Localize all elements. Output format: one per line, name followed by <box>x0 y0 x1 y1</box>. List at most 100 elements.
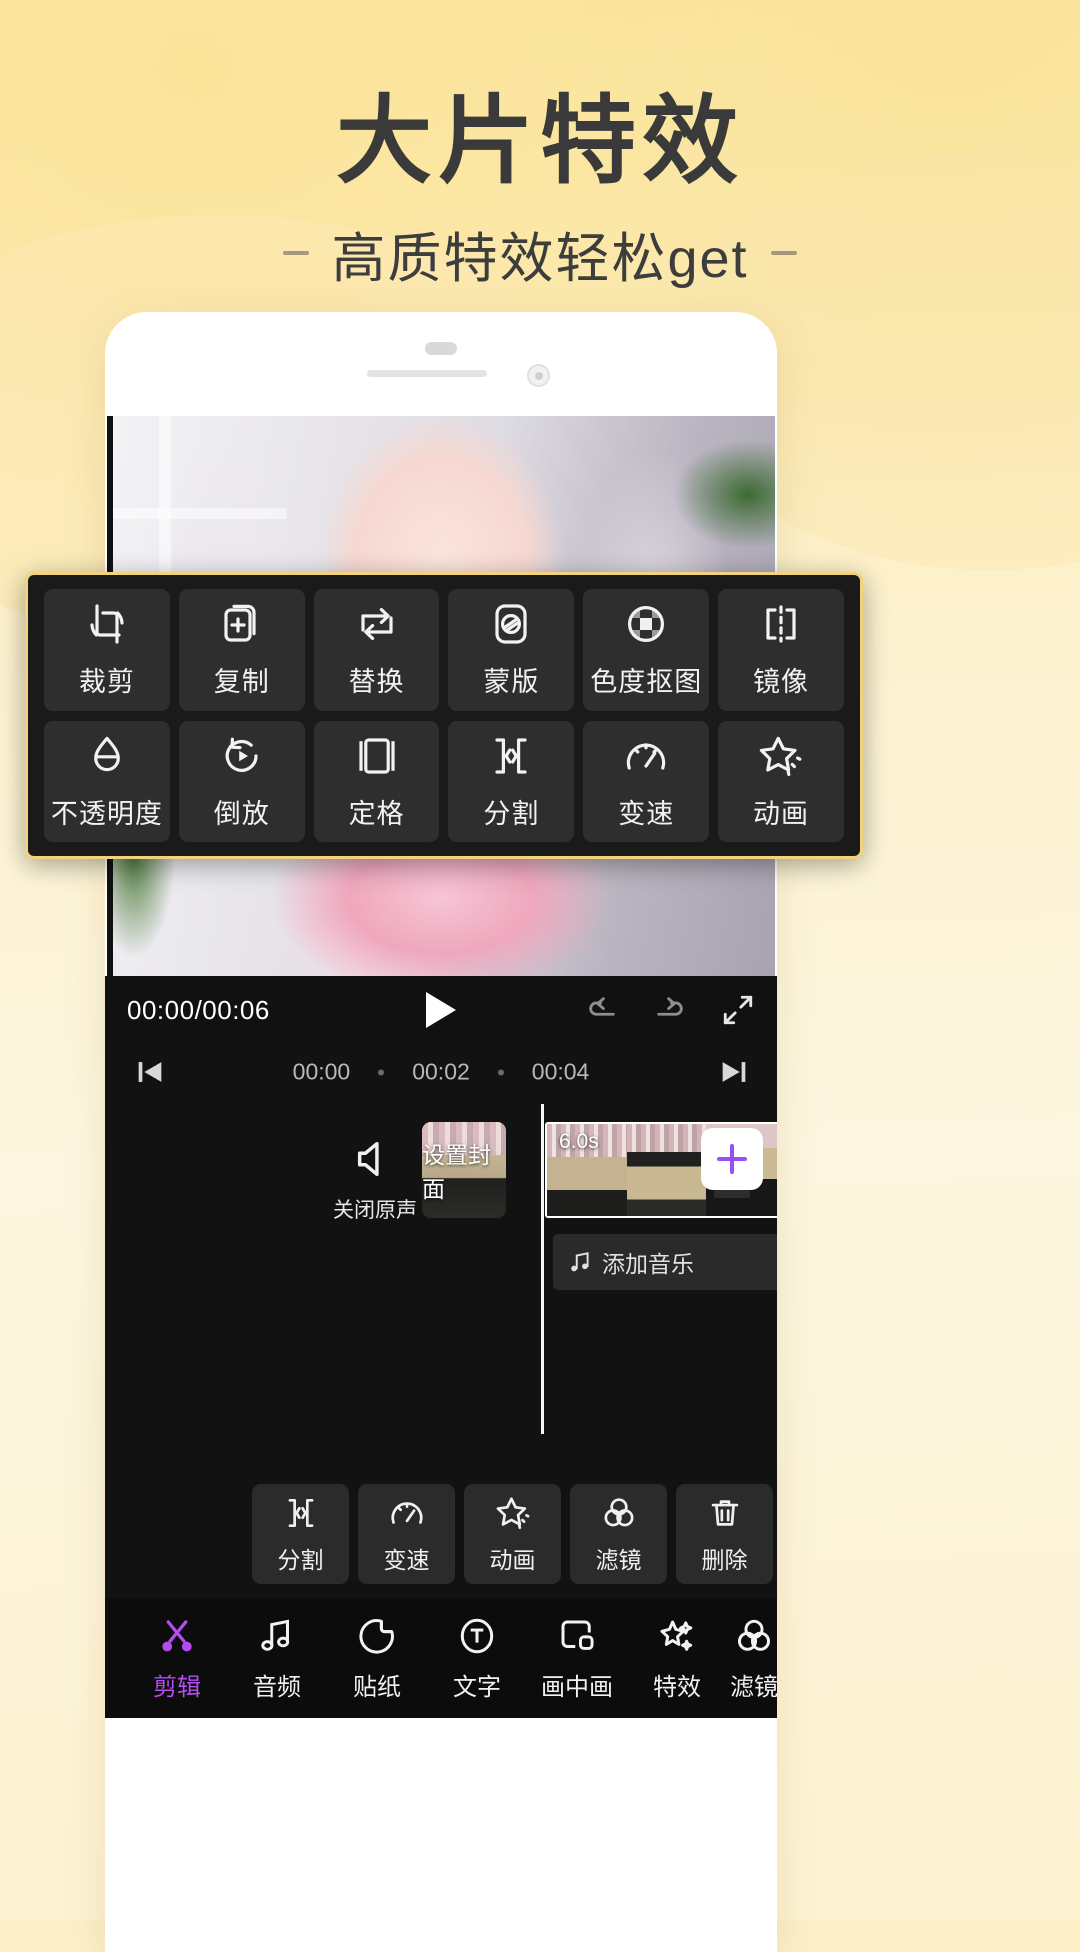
animation-icon <box>757 732 805 780</box>
tool-label: 变速 <box>384 1541 430 1575</box>
popup-item-opacity[interactable]: 不透明度 <box>44 721 170 843</box>
ruler-tick-0: 00:00 <box>293 1059 351 1086</box>
add-clip-button[interactable] <box>701 1128 763 1190</box>
timeline-ruler[interactable]: 00:00 00:02 00:04 <box>105 1044 777 1100</box>
popup-item-crop[interactable]: 裁剪 <box>44 589 170 711</box>
replace-icon <box>353 600 401 648</box>
popup-item-freeze-frame[interactable]: 定格 <box>314 721 440 843</box>
clip-context-popup[interactable]: 裁剪 复制 替换 蒙版 <box>25 572 863 859</box>
promo-header: 大片特效 高质特效轻松get <box>0 0 1080 293</box>
timeline-tracks[interactable]: 关闭原声 设置封面 6.0s 添加音 <box>105 1100 777 1470</box>
split-icon <box>487 732 535 780</box>
clip-tool-row[interactable]: 分割 变速 动画 滤镜 删除 单帧导出 <box>105 1470 777 1598</box>
opacity-icon <box>83 732 131 780</box>
playback-time: 00:00/00:06 <box>127 995 270 1026</box>
tool-split[interactable]: 分割 <box>252 1484 349 1584</box>
player-control-bar: 00:00/00:06 <box>105 976 777 1044</box>
phone-notch <box>105 312 777 416</box>
duplicate-icon <box>218 600 266 648</box>
clip-frame <box>627 1124 707 1216</box>
nav-label: 剪辑 <box>153 1667 201 1702</box>
tool-delete[interactable]: 删除 <box>676 1484 773 1584</box>
add-music-label: 添加音乐 <box>602 1245 694 1279</box>
set-cover-button[interactable]: 设置封面 <box>422 1122 506 1218</box>
tool-filter[interactable]: 滤镜 <box>570 1484 667 1584</box>
popup-item-replace[interactable]: 替换 <box>314 589 440 711</box>
popup-item-label: 复制 <box>214 660 270 699</box>
nav-label: 特效 <box>653 1667 701 1702</box>
popup-item-label: 不透明度 <box>51 792 163 831</box>
effects-icon <box>656 1615 698 1657</box>
trash-icon <box>706 1494 744 1532</box>
popup-item-reverse[interactable]: 倒放 <box>179 721 305 843</box>
nav-item-sticker[interactable]: 贴纸 <box>327 1615 427 1702</box>
popup-item-chroma-key[interactable]: 色度抠图 <box>583 589 709 711</box>
reverse-icon <box>218 732 266 780</box>
playhead-indicator[interactable] <box>541 1104 544 1434</box>
phone-mockup: 00:00/00:06 00:00 00:02 00:04 关闭原声 <box>105 312 777 1952</box>
animation-icon <box>494 1494 532 1532</box>
player-actions <box>585 993 755 1027</box>
ruler-tick-1: 00:02 <box>412 1059 470 1086</box>
tool-label: 删除 <box>702 1541 748 1575</box>
popup-item-duplicate[interactable]: 复制 <box>179 589 305 711</box>
clip-duration-badge: 6.0s <box>559 1130 599 1154</box>
nav-item-audio[interactable]: 音频 <box>227 1615 327 1702</box>
mute-original-audio-button[interactable]: 关闭原声 <box>333 1136 417 1224</box>
speed-icon <box>622 732 670 780</box>
nav-label: 音频 <box>253 1667 301 1702</box>
window-sill-decoration <box>107 508 287 519</box>
nav-label: 文字 <box>453 1667 501 1702</box>
ruler-dot-icon <box>498 1069 504 1075</box>
speaker-grill-icon <box>367 370 487 377</box>
nav-label: 贴纸 <box>353 1667 401 1702</box>
add-music-track[interactable]: 添加音乐 <box>553 1234 777 1290</box>
skip-to-end-icon[interactable] <box>717 1055 751 1089</box>
text-icon <box>456 1615 498 1657</box>
freeze-frame-icon <box>353 732 401 780</box>
play-icon[interactable] <box>426 992 456 1028</box>
tool-label: 动画 <box>490 1541 536 1575</box>
tool-label: 分割 <box>278 1541 324 1575</box>
bottom-navigation[interactable]: 剪辑 音频 贴纸 文字 画中画 特效 <box>105 1598 777 1718</box>
popup-item-animation[interactable]: 动画 <box>718 721 844 843</box>
set-cover-label: 设置封面 <box>422 1136 506 1204</box>
popup-item-label: 蒙版 <box>483 660 539 699</box>
nav-item-edit[interactable]: 剪辑 <box>127 1615 227 1702</box>
nav-item-pip[interactable]: 画中画 <box>527 1615 627 1702</box>
promo-subtitle-row: 高质特效轻松get <box>0 214 1080 293</box>
popup-item-label: 替换 <box>349 660 405 699</box>
popup-item-mirror[interactable]: 镜像 <box>718 589 844 711</box>
fullscreen-icon[interactable] <box>721 993 755 1027</box>
nav-item-effects[interactable]: 特效 <box>627 1615 727 1702</box>
undo-icon[interactable] <box>585 993 619 1027</box>
tool-speed[interactable]: 变速 <box>358 1484 455 1584</box>
promo-title: 大片特效 <box>0 88 1080 196</box>
popup-item-speed[interactable]: 变速 <box>583 721 709 843</box>
popup-item-label: 变速 <box>618 792 674 831</box>
ruler-tick-2: 00:04 <box>532 1059 590 1086</box>
promo-subtitle: 高质特效轻松get <box>331 214 748 293</box>
mask-icon <box>487 600 535 648</box>
popup-item-label: 分割 <box>483 792 539 831</box>
tool-animation[interactable]: 动画 <box>464 1484 561 1584</box>
scissors-icon <box>156 1615 198 1657</box>
popup-item-split[interactable]: 分割 <box>448 721 574 843</box>
nav-label: 滤镜 <box>730 1667 777 1702</box>
pip-icon <box>556 1615 598 1657</box>
ruler-tick-row: 00:00 00:02 00:04 <box>105 1059 777 1086</box>
popup-row-2: 不透明度 倒放 定格 分割 变速 动画 <box>44 721 844 843</box>
music-note-icon <box>567 1249 593 1275</box>
nav-item-filter[interactable]: 滤镜 <box>727 1615 777 1702</box>
front-camera-icon <box>527 364 550 387</box>
nav-label: 画中画 <box>541 1667 613 1702</box>
speaker-mute-icon <box>352 1136 398 1182</box>
popup-item-label: 倒放 <box>214 792 270 831</box>
mirror-icon <box>757 600 805 648</box>
nav-item-text[interactable]: 文字 <box>427 1615 527 1702</box>
redo-icon[interactable] <box>653 993 687 1027</box>
popup-item-label: 动画 <box>753 792 809 831</box>
popup-item-label: 裁剪 <box>79 660 135 699</box>
popup-item-mask[interactable]: 蒙版 <box>448 589 574 711</box>
filter-icon <box>600 1494 638 1532</box>
